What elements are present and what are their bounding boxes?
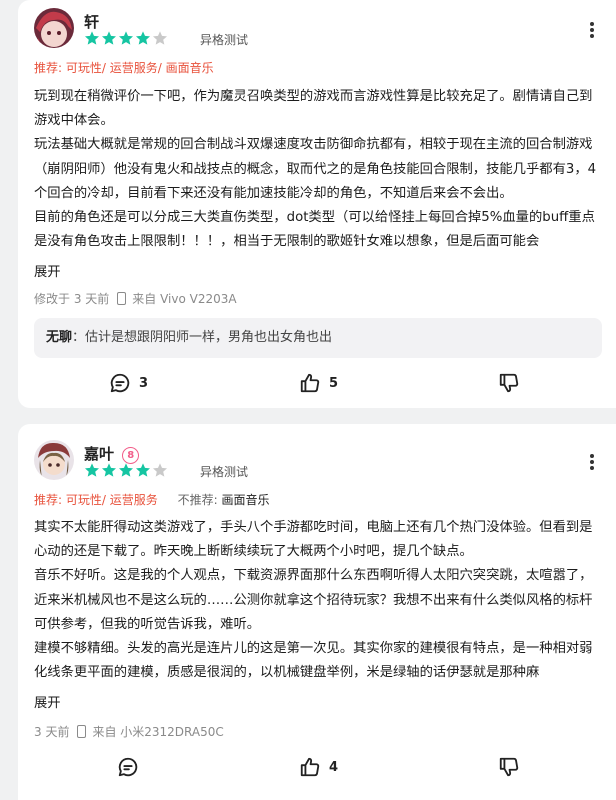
device-source: 来自 Vivo V2203A bbox=[132, 292, 237, 306]
reply-separator: ： bbox=[72, 330, 86, 345]
comment-button[interactable] bbox=[117, 756, 147, 778]
thumbs-up-icon bbox=[299, 756, 329, 778]
review-meta: 修改于 3 天前 来自 Vivo V2203A bbox=[34, 290, 237, 307]
review-text[interactable]: 其实不太能肝得动这类游戏了，手头八个手游都吃时间，电脑上还有几个热门没体验。但看… bbox=[34, 516, 604, 685]
comment-icon bbox=[117, 756, 147, 778]
device-label: 异格测试 bbox=[200, 33, 249, 47]
username[interactable]: 轩 bbox=[84, 11, 99, 32]
thumbs-down-icon bbox=[498, 372, 528, 394]
like-count: 4 bbox=[329, 759, 339, 775]
more-options-icon[interactable] bbox=[582, 452, 602, 472]
more-options-icon[interactable] bbox=[582, 20, 602, 40]
review-header: 嘉叶 8 异格测试 bbox=[34, 440, 616, 488]
like-count: 5 bbox=[329, 375, 339, 391]
comment-icon bbox=[109, 372, 139, 394]
star-icon bbox=[118, 30, 134, 46]
star-icon bbox=[118, 462, 134, 478]
recommend-label: 推荐: bbox=[34, 493, 63, 507]
comment-count: 3 bbox=[139, 375, 149, 391]
star-empty-icon bbox=[152, 462, 168, 478]
dislike-button[interactable] bbox=[498, 756, 528, 778]
reply-text: 估计是想跟阴阳师一样，男角也出女角也出 bbox=[85, 330, 333, 345]
star-icon bbox=[84, 462, 100, 478]
phone-icon bbox=[77, 725, 87, 738]
recommend-label: 推荐: bbox=[34, 61, 63, 75]
phone-icon bbox=[117, 292, 127, 305]
like-button[interactable]: 5 bbox=[299, 372, 338, 394]
device-source: 来自 小米2312DRA50C bbox=[92, 725, 224, 739]
star-icon bbox=[84, 30, 100, 46]
star-rating bbox=[84, 30, 169, 46]
username-text: 嘉叶 bbox=[84, 445, 115, 463]
thumbs-up-icon bbox=[299, 372, 329, 394]
review-paragraph: 其实不太能肝得动这类游戏了，手头八个手游都吃时间，电脑上还有几个热门没体验。但看… bbox=[34, 520, 593, 560]
star-rating bbox=[84, 462, 169, 478]
avatar[interactable] bbox=[34, 440, 74, 480]
username[interactable]: 嘉叶 8 bbox=[84, 443, 140, 464]
comment-button[interactable]: 3 bbox=[109, 372, 148, 394]
timestamp: 修改于 3 天前 bbox=[34, 292, 110, 306]
recommend-line: 推荐: 可玩性/ 运营服务/ 画面音乐 bbox=[34, 59, 214, 76]
review-paragraph: 建模不够精细。头发的高光是连片儿的这是第一次见。其实你家的建模很有特点，是一种相… bbox=[34, 641, 593, 681]
review-paragraph: 玩到现在稍微评价一下吧，作为魔灵召唤类型的游戏而言游戏性算是比较充足了。剧情请自… bbox=[34, 89, 593, 129]
recommend-items: 可玩性/ 运营服务 bbox=[65, 493, 158, 507]
like-button[interactable]: 4 bbox=[299, 756, 338, 778]
recommend-line: 推荐: 可玩性/ 运营服务 不推荐: 画面音乐 bbox=[34, 491, 269, 508]
review-paragraph: 玩法基础大概就是常规的回合制战斗双爆速度攻击防御命抗都有，相较于现在主流的回合制… bbox=[34, 137, 597, 201]
review-card: 轩 异格测试 推荐: 可玩性/ 运营服务/ 画面音乐 玩到现在稍微评价一下吧，作… bbox=[18, 0, 616, 408]
review-meta: 3 天前 来自 小米2312DRA50C bbox=[34, 723, 224, 740]
reply-author: 无聊 bbox=[46, 330, 73, 345]
review-paragraph: 音乐不好听。这是我的个人观点，下载资源界面那什么东西啊听得人太阳穴突突跳，太喧嚣… bbox=[34, 568, 593, 632]
device-label: 异格测试 bbox=[200, 465, 249, 479]
review-text[interactable]: 玩到现在稍微评价一下吧，作为魔灵召唤类型的游戏而言游戏性算是比较充足了。剧情请自… bbox=[34, 85, 604, 254]
action-bar: 4 bbox=[18, 756, 616, 786]
expand-link[interactable]: 展开 bbox=[34, 261, 61, 280]
reply-preview[interactable]: 无聊：估计是想跟阴阳师一样，男角也出女角也出 bbox=[34, 318, 602, 358]
star-icon bbox=[101, 462, 117, 478]
review-header: 轩 异格测试 bbox=[34, 8, 616, 56]
recommend-items: 可玩性/ 运营服务/ 画面音乐 bbox=[65, 61, 214, 75]
review-card: 嘉叶 8 异格测试 推荐: 可玩性/ 运营服务 不推荐: 画面音乐 其实不太能肝… bbox=[18, 424, 616, 800]
thumbs-down-icon bbox=[498, 756, 528, 778]
dislike-button[interactable] bbox=[498, 372, 528, 394]
star-icon bbox=[135, 30, 151, 46]
expand-link[interactable]: 展开 bbox=[34, 692, 61, 711]
avatar[interactable] bbox=[34, 8, 74, 48]
action-bar: 3 5 bbox=[18, 372, 616, 402]
star-icon bbox=[135, 462, 151, 478]
star-empty-icon bbox=[152, 30, 168, 46]
timestamp: 3 天前 bbox=[34, 725, 70, 739]
star-icon bbox=[101, 30, 117, 46]
not-recommend-label: 不推荐: bbox=[177, 493, 218, 507]
not-recommend-items: 画面音乐 bbox=[221, 493, 270, 507]
review-paragraph: 目前的角色还是可以分成三大类直伤类型，dot类型（可以给怪挂上每回合掉5%血量的… bbox=[34, 210, 595, 250]
